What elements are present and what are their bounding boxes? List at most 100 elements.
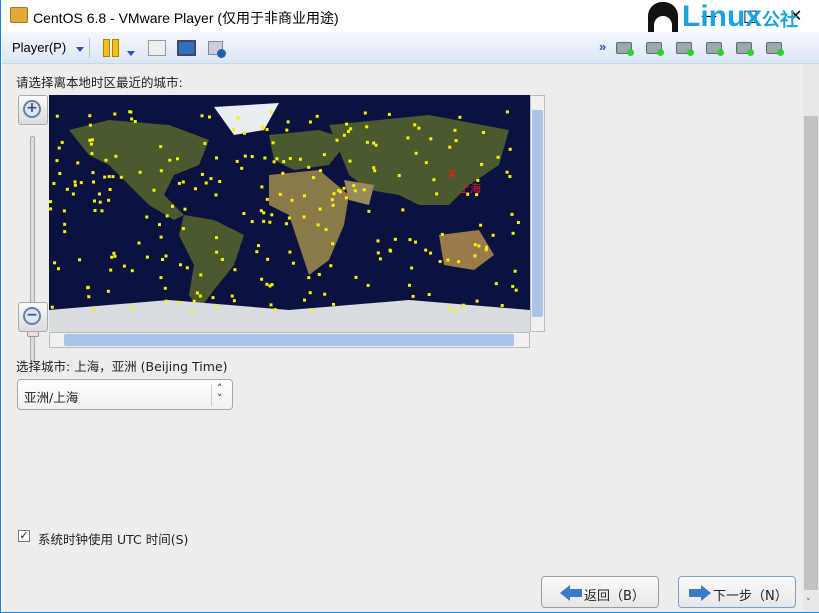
city-dot[interactable] xyxy=(278,192,282,196)
city-dot[interactable] xyxy=(88,114,92,118)
city-dot[interactable] xyxy=(454,139,458,143)
back-button[interactable]: 返回（B） xyxy=(541,576,659,608)
city-dot[interactable] xyxy=(53,261,57,265)
city-dot[interactable] xyxy=(111,175,115,179)
city-dot[interactable] xyxy=(236,116,240,120)
city-dot[interactable] xyxy=(417,126,421,130)
city-dot[interactable] xyxy=(332,302,335,306)
city-dot[interactable] xyxy=(275,157,279,161)
city-dot[interactable] xyxy=(408,283,411,287)
city-dot[interactable] xyxy=(323,292,327,296)
city-dot[interactable] xyxy=(332,192,336,196)
city-dot[interactable] xyxy=(319,169,323,173)
city-dot[interactable] xyxy=(208,115,211,119)
city-dot[interactable] xyxy=(168,158,172,162)
city-dot[interactable] xyxy=(91,171,95,175)
city-dot[interactable] xyxy=(215,305,219,309)
city-dot[interactable] xyxy=(73,180,77,184)
city-dot[interactable] xyxy=(302,215,306,219)
city-dot[interactable] xyxy=(500,304,504,307)
city-dot[interactable] xyxy=(190,309,194,313)
timezone-select[interactable]: 亚洲/上海 ˄ ˅ xyxy=(17,379,233,410)
city-dot[interactable] xyxy=(284,222,288,226)
city-dot[interactable] xyxy=(138,170,142,174)
city-dot[interactable] xyxy=(387,112,391,116)
city-dot[interactable] xyxy=(114,154,118,158)
city-dot[interactable] xyxy=(411,294,415,298)
city-dot[interactable] xyxy=(342,133,346,137)
city-dot[interactable] xyxy=(352,184,356,188)
city-dot[interactable] xyxy=(307,276,311,280)
city-dot[interactable] xyxy=(453,309,457,312)
city-dot[interactable] xyxy=(424,248,428,252)
city-dot[interactable] xyxy=(133,120,137,123)
city-dot[interactable] xyxy=(235,159,239,163)
city-dot[interactable] xyxy=(88,138,92,142)
city-dot[interactable] xyxy=(496,155,500,159)
city-dot[interactable] xyxy=(199,273,203,277)
city-dot[interactable] xyxy=(307,165,311,169)
city-dot[interactable] xyxy=(365,140,369,144)
city-dot[interactable] xyxy=(55,114,59,118)
city-dot[interactable] xyxy=(260,277,264,281)
city-dot[interactable] xyxy=(164,254,168,258)
city-dot[interactable] xyxy=(270,283,274,287)
city-dot[interactable] xyxy=(71,192,75,196)
city-dot[interactable] xyxy=(373,169,377,173)
city-dot[interactable] xyxy=(271,141,275,145)
scrollbar-thumb[interactable] xyxy=(64,334,514,346)
city-dot[interactable] xyxy=(250,220,254,224)
city-dot[interactable] xyxy=(329,264,333,268)
cd-dvd-button[interactable] xyxy=(646,39,664,57)
vm-vertical-scrollbar[interactable]: ˅ xyxy=(803,64,819,612)
city-dot[interactable] xyxy=(185,266,189,270)
city-dot[interactable] xyxy=(345,122,349,126)
city-dot[interactable] xyxy=(286,120,290,124)
city-dot[interactable] xyxy=(183,207,187,211)
city-dot[interactable] xyxy=(290,198,294,202)
city-dot[interactable] xyxy=(50,305,54,309)
city-dot[interactable] xyxy=(432,178,436,182)
map-vertical-scrollbar[interactable] xyxy=(530,95,545,332)
city-dot[interactable] xyxy=(159,276,163,280)
city-dot[interactable] xyxy=(113,112,117,116)
city-dot[interactable] xyxy=(461,303,465,307)
city-dot[interactable] xyxy=(438,260,442,263)
city-dot[interactable] xyxy=(457,260,461,264)
city-dot[interactable] xyxy=(376,251,380,255)
city-dot[interactable] xyxy=(181,180,185,184)
city-dot[interactable] xyxy=(268,220,272,224)
city-dot[interactable] xyxy=(272,160,276,164)
city-dot[interactable] xyxy=(215,250,219,254)
hard-disk-button[interactable] xyxy=(616,39,634,57)
city-dot[interactable] xyxy=(215,156,218,160)
city-dot[interactable] xyxy=(491,233,495,237)
city-dot[interactable] xyxy=(161,258,164,261)
city-dot[interactable] xyxy=(263,156,267,160)
city-dot[interactable] xyxy=(494,282,498,286)
city-dot[interactable] xyxy=(397,174,401,177)
city-dot[interactable] xyxy=(131,307,134,311)
city-dot[interactable] xyxy=(378,257,382,261)
city-dot[interactable] xyxy=(511,284,515,288)
world-map[interactable]: x 上海 xyxy=(49,95,530,332)
city-dot[interactable] xyxy=(233,268,237,272)
city-dot[interactable] xyxy=(311,308,315,311)
city-dot[interactable] xyxy=(177,301,181,305)
city-dot[interactable] xyxy=(473,254,477,258)
city-dot[interactable] xyxy=(347,129,350,133)
city-dot[interactable] xyxy=(429,251,433,255)
city-dot[interactable] xyxy=(243,154,247,158)
city-dot[interactable] xyxy=(145,255,149,259)
city-dot[interactable] xyxy=(308,120,312,124)
city-dot[interactable] xyxy=(303,194,306,198)
city-dot[interactable] xyxy=(318,207,322,211)
city-dot[interactable] xyxy=(363,111,367,115)
city-dot[interactable] xyxy=(257,244,260,248)
city-dot[interactable] xyxy=(93,199,96,203)
city-dot[interactable] xyxy=(288,250,292,254)
city-dot[interactable] xyxy=(159,235,163,239)
city-dot[interactable] xyxy=(349,127,353,131)
city-dot[interactable] xyxy=(109,268,113,272)
city-dot[interactable] xyxy=(505,170,509,174)
